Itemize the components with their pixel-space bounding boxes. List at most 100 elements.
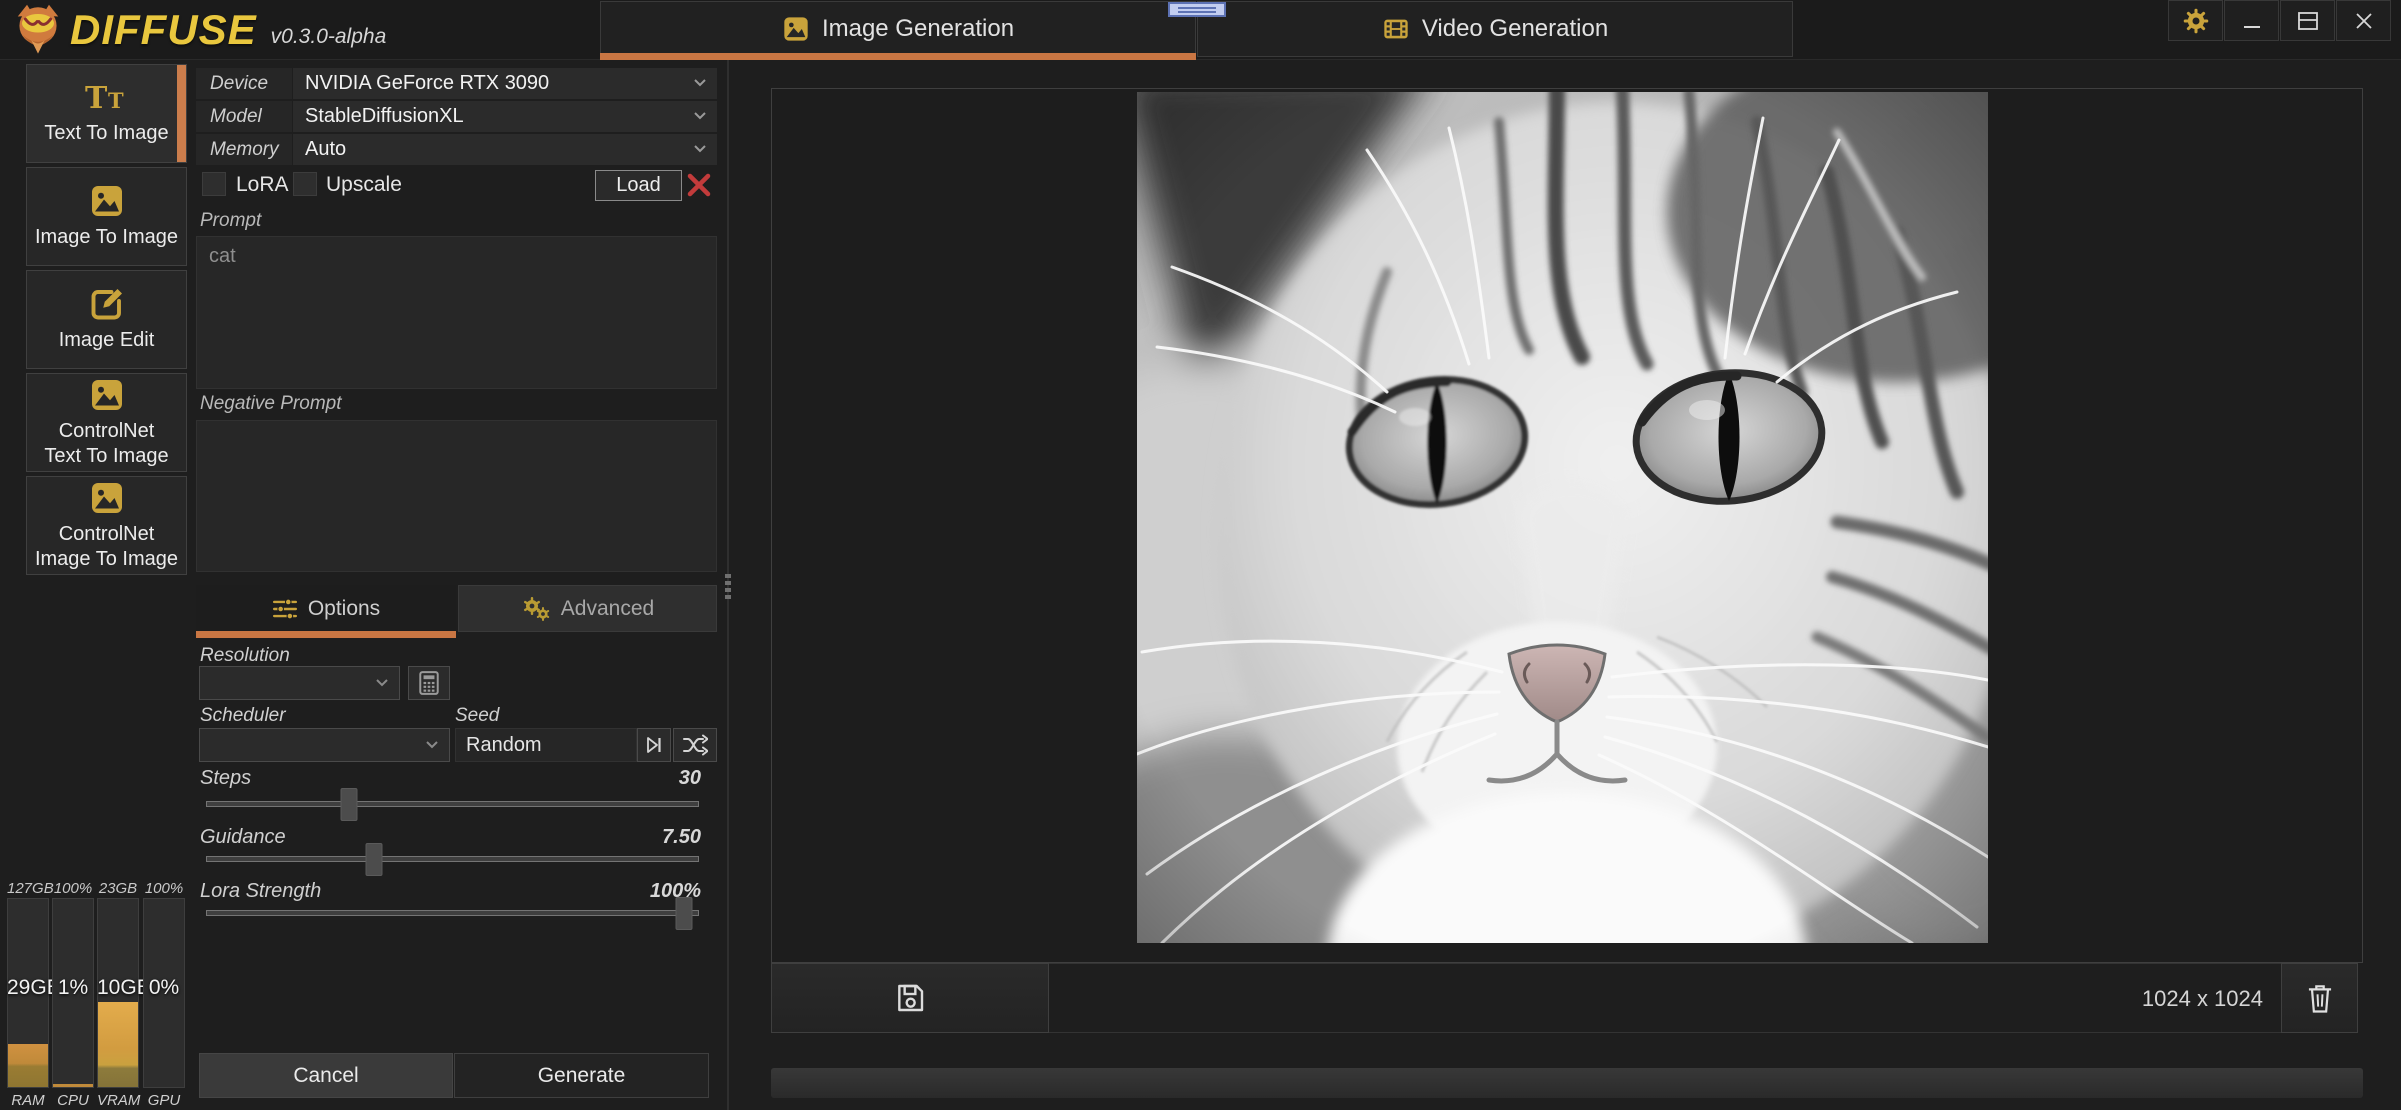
cancel-button[interactable]: Cancel bbox=[199, 1053, 453, 1098]
calculator-icon bbox=[418, 671, 440, 695]
steps-slider-track[interactable] bbox=[206, 801, 699, 807]
gear-icon bbox=[2182, 7, 2210, 35]
svg-text:T: T bbox=[108, 88, 124, 113]
ram-max: 127GB bbox=[7, 880, 49, 897]
cpu-max: 100% bbox=[52, 880, 94, 897]
sidebar-item-label: Image To Image bbox=[35, 225, 178, 250]
titlebar: DIFFUSE v0.3.0-alpha Image Generation Vi… bbox=[0, 0, 2401, 60]
steps-label: Steps bbox=[200, 767, 251, 790]
minimize-icon bbox=[2241, 10, 2263, 32]
maximize-button[interactable] bbox=[2280, 0, 2335, 41]
unload-model-button[interactable] bbox=[685, 172, 713, 200]
panel-splitter-grip[interactable] bbox=[722, 574, 734, 599]
active-tab-underline bbox=[600, 53, 1196, 60]
cpu-label: CPU bbox=[52, 1092, 94, 1109]
sidebar-item-image-to-image[interactable]: Image To Image bbox=[26, 167, 187, 266]
cpu-bar-fill bbox=[53, 1084, 93, 1087]
svg-text:T: T bbox=[85, 81, 108, 115]
app-window: DIFFUSE v0.3.0-alpha Image Generation Vi… bbox=[0, 0, 2401, 1110]
gears-icon bbox=[521, 596, 551, 622]
app-logo: DIFFUSE v0.3.0-alpha bbox=[10, 3, 386, 57]
app-logo-mascot-icon bbox=[10, 3, 66, 57]
scheduler-select[interactable] bbox=[199, 728, 450, 762]
prompt-label: Prompt bbox=[200, 210, 261, 232]
tab-splitter-handle[interactable] bbox=[1168, 2, 1226, 17]
tab-image-generation[interactable]: Image Generation bbox=[600, 1, 1196, 57]
model-value: StableDiffusionXL bbox=[305, 105, 464, 127]
generation-progress-bar bbox=[771, 1068, 2363, 1098]
tab-advanced[interactable]: Advanced bbox=[458, 585, 717, 632]
delete-image-button[interactable] bbox=[2281, 963, 2358, 1033]
gpu-label: GPU bbox=[143, 1092, 185, 1109]
model-select[interactable]: StableDiffusionXL bbox=[293, 101, 717, 132]
active-tab-underline bbox=[196, 631, 456, 638]
steps-value: 30 bbox=[679, 767, 701, 790]
cpu-value: 1% bbox=[52, 976, 94, 1000]
ram-value: 29GB bbox=[7, 976, 49, 1000]
close-button[interactable] bbox=[2336, 0, 2391, 41]
image-icon bbox=[89, 480, 125, 516]
chevron-down-icon bbox=[693, 78, 707, 88]
resolution-calculator-button[interactable] bbox=[408, 666, 450, 700]
chevron-down-icon bbox=[375, 678, 389, 688]
image-icon bbox=[782, 15, 810, 43]
generation-settings-panel: Device NVIDIA GeForce RTX 3090 Model Sta… bbox=[196, 60, 717, 1110]
gpu-max: 100% bbox=[143, 880, 185, 897]
minimize-button[interactable] bbox=[2224, 0, 2279, 41]
guidance-slider[interactable] bbox=[206, 843, 699, 876]
upscale-checkbox-label: Upscale bbox=[326, 173, 402, 197]
load-model-button[interactable]: Load bbox=[595, 170, 682, 201]
tab-label: Advanced bbox=[561, 597, 654, 621]
seed-input[interactable] bbox=[455, 728, 637, 762]
edit-icon bbox=[89, 286, 125, 322]
steps-slider[interactable] bbox=[206, 788, 699, 821]
lora-checkbox[interactable] bbox=[202, 172, 226, 196]
save-image-button[interactable] bbox=[771, 963, 1049, 1033]
lora-strength-slider[interactable] bbox=[206, 897, 699, 930]
ram-monitor: 127GB 29GB RAM bbox=[7, 880, 49, 1108]
tab-video-generation[interactable]: Video Generation bbox=[1197, 1, 1793, 57]
generated-image bbox=[1137, 92, 1988, 943]
upscale-checkbox[interactable] bbox=[293, 172, 317, 196]
lora-strength-slider-track[interactable] bbox=[206, 910, 699, 916]
tab-label: Options bbox=[308, 597, 380, 621]
sidebar-item-text-to-image[interactable]: T T Text To Image bbox=[26, 64, 187, 163]
seed-label: Seed bbox=[455, 705, 499, 727]
tab-label: Video Generation bbox=[1422, 15, 1608, 43]
negative-prompt-input[interactable] bbox=[196, 420, 717, 572]
chevron-down-icon bbox=[425, 740, 439, 750]
device-select[interactable]: NVIDIA GeForce RTX 3090 bbox=[293, 68, 717, 99]
memory-value: Auto bbox=[305, 138, 346, 160]
cpu-monitor: 100% 1% CPU bbox=[52, 880, 94, 1108]
lora-strength-slider-thumb[interactable] bbox=[676, 897, 693, 930]
sidebar: T T Text To Image Image To Image Image E… bbox=[26, 64, 187, 579]
guidance-slider-thumb[interactable] bbox=[365, 843, 382, 876]
negative-prompt-label: Negative Prompt bbox=[200, 393, 342, 415]
settings-button[interactable] bbox=[2168, 0, 2223, 41]
chevron-down-icon bbox=[693, 111, 707, 121]
generate-button[interactable]: Generate bbox=[454, 1053, 709, 1098]
ram-label: RAM bbox=[7, 1092, 49, 1109]
reuse-seed-button[interactable] bbox=[637, 728, 671, 762]
vram-label: VRAM bbox=[97, 1092, 139, 1109]
tab-options[interactable]: Options bbox=[196, 585, 456, 632]
guidance-slider-track[interactable] bbox=[206, 856, 699, 862]
sidebar-item-controlnet-image-to-image[interactable]: ControlNetImage To Image bbox=[26, 476, 187, 575]
sidebar-item-label: Text To Image bbox=[44, 121, 168, 146]
prompt-input[interactable]: cat bbox=[196, 236, 717, 389]
memory-select[interactable]: Auto bbox=[293, 134, 717, 165]
generated-image-frame bbox=[771, 88, 2363, 963]
text-to-image-icon: T T bbox=[84, 81, 130, 115]
close-icon bbox=[2353, 10, 2375, 32]
sidebar-item-controlnet-text-to-image[interactable]: ControlNetText To Image bbox=[26, 373, 187, 472]
resolution-select[interactable] bbox=[199, 666, 400, 700]
save-icon bbox=[894, 982, 926, 1014]
steps-slider-thumb[interactable] bbox=[340, 788, 357, 821]
sidebar-item-image-edit[interactable]: Image Edit bbox=[26, 270, 187, 369]
gpu-value: 0% bbox=[143, 976, 185, 1000]
shuffle-icon bbox=[682, 734, 708, 756]
trash-icon bbox=[2305, 982, 2335, 1014]
random-seed-button[interactable] bbox=[673, 728, 717, 762]
gpu-monitor: 100% 0% GPU bbox=[143, 880, 185, 1108]
maximize-icon bbox=[2296, 9, 2320, 33]
